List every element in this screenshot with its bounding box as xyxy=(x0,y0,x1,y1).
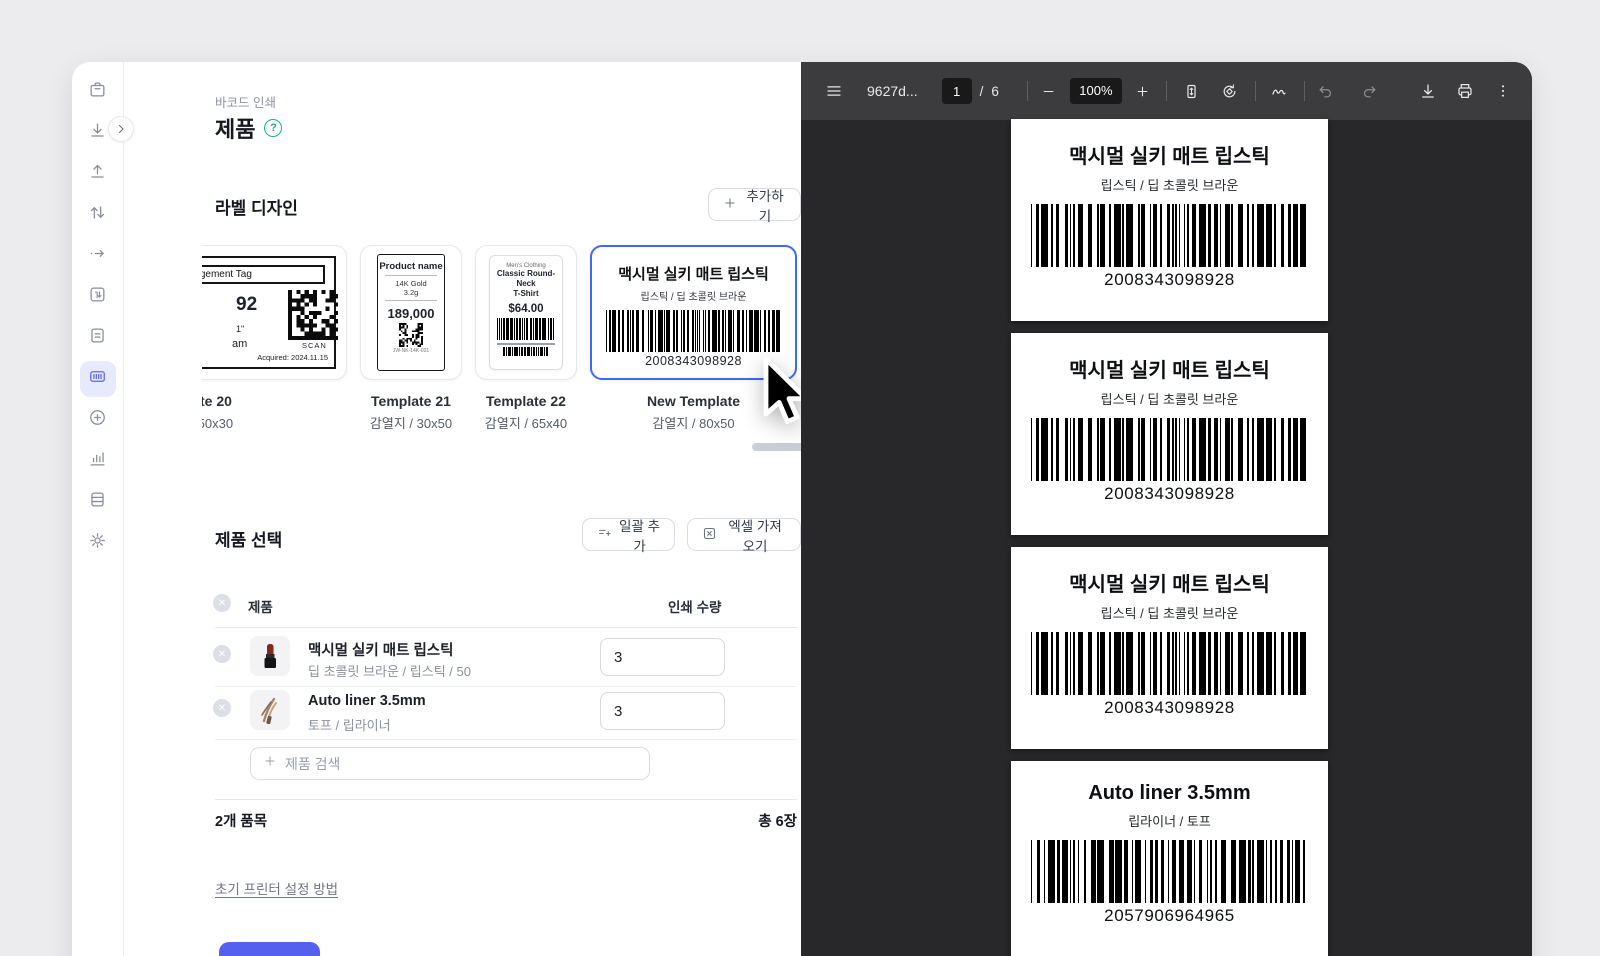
barcode-graphic xyxy=(1030,204,1309,267)
main-panel: 바코드 인쇄 제품 ? 라벨 디자인 추가하기 Asset Management… xyxy=(124,62,810,956)
pdf-viewer: 9627d... / 6 100% 맥시멀 실키 매트 립스틱 립스틱 / 딥 … xyxy=(801,62,1532,956)
label-page: Auto liner 3.5mm 립라이너 / 토프 2057906964965 xyxy=(1011,761,1328,956)
barcode-graphic xyxy=(497,318,555,340)
zoom-in-icon[interactable] xyxy=(1128,76,1158,106)
remove-all-button[interactable]: ✕ xyxy=(213,594,231,612)
sequence-icon xyxy=(88,285,107,309)
product-search[interactable] xyxy=(250,747,650,780)
label-page: 맥시멀 실키 매트 립스틱 립스틱 / 딥 초콜릿 브라운 2008343098… xyxy=(1011,119,1328,321)
label-page: 맥시멀 실키 매트 립스틱 립스틱 / 딥 초콜릿 브라운 2008343098… xyxy=(1011,333,1328,535)
sidebar-item-documents[interactable] xyxy=(80,320,116,356)
barcode-graphic xyxy=(503,347,549,356)
item-count: 2개 품목 xyxy=(215,814,268,830)
bulk-add-button[interactable]: 일괄 추가 xyxy=(582,518,676,554)
template-spec: 감열지 / 30x50 xyxy=(369,416,453,431)
sidebar-item-settings[interactable] xyxy=(80,525,116,561)
list-plus-icon xyxy=(597,526,612,544)
remove-row-button[interactable]: ✕ xyxy=(213,699,231,717)
transfer-arrows-icon xyxy=(88,203,107,227)
settings-gear-icon xyxy=(88,531,107,555)
document-icon xyxy=(88,326,107,350)
add-template-button[interactable]: 추가하기 xyxy=(708,188,801,224)
page-number-input[interactable] xyxy=(941,78,972,104)
excel-import-button[interactable]: 엑셀 가져오기 xyxy=(687,518,801,554)
sidebar-item-inventory[interactable] xyxy=(80,484,116,520)
page-title: 제품 xyxy=(215,117,256,142)
help-icon[interactable]: ? xyxy=(264,119,283,137)
template-22-preview: Men's Clothing Classic Round-Neck T-Shirt… xyxy=(489,255,563,370)
qr-code xyxy=(399,323,423,347)
remove-row-button[interactable]: ✕ xyxy=(213,645,231,663)
draw-icon[interactable] xyxy=(1264,76,1294,106)
template-21-preview: Product name 14K Gold 3.2g 189,000 JW-NK… xyxy=(377,254,445,371)
datamatrix-code xyxy=(288,290,338,340)
print-button[interactable] xyxy=(219,942,320,956)
download-icon xyxy=(88,121,107,145)
upload-icon xyxy=(88,162,107,186)
more-icon[interactable] xyxy=(1488,76,1518,106)
column-product: 제품 xyxy=(248,600,273,615)
label-design-heading: 라벨 디자인 xyxy=(215,199,298,218)
template-spec: 감열지 / 50x30 xyxy=(202,416,234,431)
sidebar-item-sequence[interactable] xyxy=(80,279,116,315)
template-spec: 감열지 / 65x40 xyxy=(484,416,568,431)
barcode-graphic xyxy=(605,310,782,352)
database-icon xyxy=(88,490,107,514)
redo-icon xyxy=(1355,76,1385,106)
template-card-22[interactable]: Men's Clothing Classic Round-Neck T-Shirt… xyxy=(475,245,577,445)
sidebar-item-barcode-print[interactable] xyxy=(79,361,116,397)
print-icon[interactable] xyxy=(1450,76,1480,106)
template-name: Template 20 xyxy=(202,393,232,409)
template-carousel[interactable]: Asset Management Tag 92 1" am SCAN Acqui… xyxy=(202,245,797,445)
total-sheets: 총 6장 xyxy=(758,814,797,830)
zoom-out-icon[interactable] xyxy=(1034,76,1064,106)
template-name: Template 22 xyxy=(486,393,566,409)
plus-icon xyxy=(263,754,277,773)
zoom-level[interactable]: 100% xyxy=(1069,78,1122,104)
label-page: 맥시멀 실키 매트 립스틱 립스틱 / 딥 초콜릿 브라운 2008343098… xyxy=(1011,547,1328,749)
move-right-icon xyxy=(88,244,107,268)
product-thumbnail-lipstick xyxy=(250,636,290,676)
rotate-icon[interactable] xyxy=(1215,76,1245,106)
sidebar-item-outbound[interactable] xyxy=(80,156,116,192)
barcode-graphic xyxy=(1030,418,1309,481)
page-count: 6 xyxy=(991,83,999,99)
pdf-toolbar: 9627d... / 6 100% xyxy=(801,62,1532,120)
sidebar xyxy=(72,62,124,956)
sidebar-item-analytics[interactable] xyxy=(80,443,116,479)
qty-input[interactable] xyxy=(600,638,725,676)
template-name: Template 21 xyxy=(371,393,451,409)
add-circle-icon xyxy=(88,408,107,432)
app-window: 바코드 인쇄 제품 ? 라벨 디자인 추가하기 Asset Management… xyxy=(72,62,1532,956)
sidebar-item-move[interactable] xyxy=(80,238,116,274)
undo-icon xyxy=(1311,76,1341,106)
sidebar-item-add[interactable] xyxy=(80,402,116,438)
sidebar-item-package[interactable] xyxy=(80,74,116,110)
barcode-icon xyxy=(88,367,107,391)
breadcrumb: 바코드 인쇄 xyxy=(215,96,276,110)
barcode-graphic xyxy=(1030,840,1309,903)
sidebar-item-transfer[interactable] xyxy=(80,197,116,233)
printer-setup-link[interactable]: 초기 프린터 설정 방법 xyxy=(215,878,338,898)
template-card-21[interactable]: Product name 14K Gold 3.2g 189,000 JW-NK… xyxy=(360,245,462,445)
excel-icon xyxy=(702,526,717,544)
menu-icon[interactable] xyxy=(819,76,849,106)
product-search-input[interactable] xyxy=(285,755,637,772)
template-card-20[interactable]: Asset Management Tag 92 1" am SCAN Acqui… xyxy=(202,245,347,445)
bar-chart-icon xyxy=(88,449,107,473)
pdf-filename: 9627d... xyxy=(867,83,918,99)
barcode-graphic xyxy=(1030,632,1309,695)
product-thumbnail-liner xyxy=(250,690,290,730)
product-select-heading: 제품 선택 xyxy=(215,531,283,550)
download-icon[interactable] xyxy=(1413,76,1443,106)
plus-icon xyxy=(723,196,737,213)
fit-page-icon[interactable] xyxy=(1177,76,1207,106)
template-20-preview: Asset Management Tag 92 1" am SCAN Acqui… xyxy=(202,256,338,369)
qty-input[interactable] xyxy=(600,692,725,730)
package-icon xyxy=(88,80,107,104)
column-qty: 인쇄 수량 xyxy=(668,600,722,615)
